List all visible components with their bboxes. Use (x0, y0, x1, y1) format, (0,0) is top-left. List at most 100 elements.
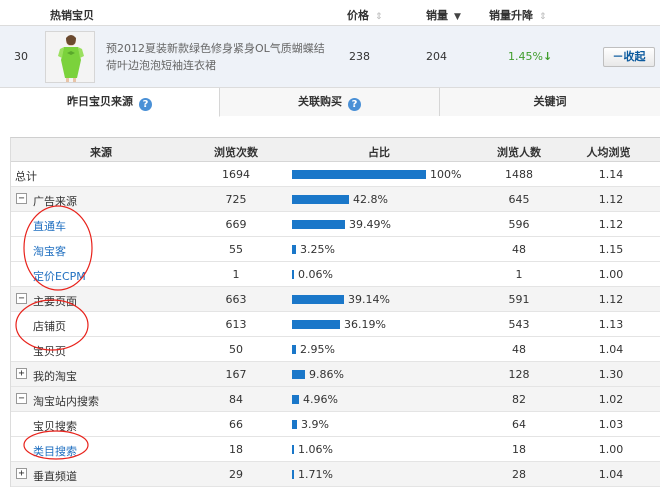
price-header-label: 价格 (347, 9, 369, 22)
sales-column-header[interactable]: 销量 ▼ (426, 7, 461, 23)
avg-views: 1.30 (598, 368, 624, 381)
source-name: 主要页面 (33, 295, 77, 308)
ratio-bar (292, 370, 305, 379)
traffic-source-table: 来源 浏览次数 占比 浏览人数 人均浏览次数 总计 1694 100% 1488 1.1… (10, 137, 660, 487)
ratio-label: 1.71% (298, 468, 333, 481)
sort-icon[interactable]: ⇕ (375, 12, 383, 22)
source-name[interactable]: 直通车 (33, 218, 66, 234)
source-name: 总计 (15, 170, 37, 183)
tab-label: 昨日宝贝来源 (67, 95, 133, 108)
avg-views: 1.12 (598, 193, 624, 206)
ratio-bar (292, 470, 294, 479)
avg-views: 1.04 (598, 343, 624, 356)
table-row: − 广告来源 725 42.8% 645 1.12 (11, 187, 660, 212)
ratio-label: 39.49% (349, 218, 391, 231)
ratio-label: 4.96% (303, 393, 338, 406)
price-column-header[interactable]: 价格 ⇕ (347, 7, 383, 23)
avg-views: 1.12 (598, 218, 624, 231)
source-name: 店铺页 (33, 320, 66, 333)
tab-yesterday-sources[interactable]: 昨日宝贝来源? (0, 88, 220, 117)
ratio-label: 42.8% (353, 193, 388, 206)
visitors-count: 82 (512, 393, 526, 406)
ratio-bar (292, 395, 299, 404)
views-count: 663 (225, 293, 247, 306)
sort-icon[interactable]: ⇕ (539, 12, 547, 22)
visitors-count: 48 (512, 243, 526, 256)
expand-icon[interactable]: + (16, 368, 27, 379)
expand-icon[interactable]: + (16, 468, 27, 479)
avg-views: 1.15 (598, 243, 624, 256)
growth-header-label: 销量升降 (489, 9, 533, 22)
product-table-header: 热销宝贝 价格 ⇕ 销量 ▼ 销量升降 ⇕ (0, 0, 660, 26)
product-title[interactable]: 预2012夏装新款绿色修身紧身OL气质蝴蝶结荷叶边泡泡短袖连衣裙 (106, 40, 328, 74)
visitors-count: 1488 (505, 168, 533, 181)
help-icon[interactable]: ? (348, 98, 361, 111)
source-name[interactable]: 定价ECPM (33, 268, 86, 284)
collapse-icon[interactable]: − (16, 193, 27, 204)
visitors-count: 543 (508, 318, 530, 331)
product-growth: 1.45%↓ (508, 50, 552, 63)
source-name: 我的淘宝 (33, 370, 77, 383)
green-dress-thumbnail-icon[interactable] (45, 31, 95, 83)
collapse-button[interactable]: －收起 (603, 47, 655, 67)
sort-desc-icon[interactable]: ▼ (454, 12, 461, 22)
ratio-label: 1.06% (298, 443, 333, 456)
table-row: − 主要页面 663 39.14% 591 1.12 (11, 287, 660, 312)
source-name: 宝贝搜索 (33, 420, 77, 433)
ratio-bar (292, 320, 340, 329)
collapse-icon[interactable]: − (16, 293, 27, 304)
source-name[interactable]: 类目搜索 (33, 443, 77, 459)
tab-related-purchases[interactable]: 关联购买? (220, 88, 440, 116)
product-sales: 204 (426, 50, 447, 63)
column-header-source: 来源 (90, 146, 112, 159)
views-count: 613 (225, 318, 247, 331)
avg-views: 1.00 (598, 443, 624, 456)
table-row: 总计 1694 100% 1488 1.14 (11, 162, 660, 187)
source-name: 宝贝页 (33, 345, 66, 358)
product-rank: 30 (14, 50, 28, 63)
ratio-bar (292, 420, 297, 429)
growth-value: 1.45% (508, 50, 543, 63)
visitors-count: 1 (515, 268, 523, 281)
down-arrow-icon: ↓ (542, 50, 553, 63)
collapse-icon[interactable]: − (16, 393, 27, 404)
column-header-visitors: 浏览人数 (497, 146, 541, 159)
ratio-bar (292, 220, 345, 229)
table-row: 店铺页 613 36.19% 543 1.13 (11, 312, 660, 337)
source-name: 淘宝站内搜索 (33, 395, 99, 408)
growth-column-header[interactable]: 销量升降 ⇕ (489, 7, 547, 23)
avg-views: 1.04 (598, 468, 624, 481)
product-column-header: 热销宝贝 (50, 9, 94, 22)
ratio-bar (292, 345, 296, 354)
visitors-count: 591 (508, 293, 530, 306)
avg-views: 1.03 (598, 418, 624, 431)
ratio-bar (292, 170, 426, 179)
help-icon[interactable]: ? (139, 98, 152, 111)
table-header: 来源 浏览次数 占比 浏览人数 人均浏览次数 (11, 138, 660, 175)
ratio-label: 39.14% (348, 293, 390, 306)
table-row: 宝贝页 50 2.95% 48 1.04 (11, 337, 660, 362)
visitors-count: 645 (508, 193, 530, 206)
visitors-count: 596 (508, 218, 530, 231)
source-name[interactable]: 淘宝客 (33, 243, 66, 259)
product-price: 238 (349, 50, 370, 63)
views-count: 50 (229, 343, 243, 356)
ratio-label: 36.19% (344, 318, 386, 331)
ratio-label: 3.25% (300, 243, 335, 256)
product-row: 30 预2012夏装新款绿色修身紧身OL气质蝴蝶结荷叶边泡泡短袖连衣裙 238 … (0, 26, 660, 88)
visitors-count: 28 (512, 468, 526, 481)
visitors-count: 18 (512, 443, 526, 456)
visitors-count: 128 (508, 368, 530, 381)
source-tabs: 昨日宝贝来源? 关联购买? 关键词 (0, 88, 660, 117)
table-row: + 我的淘宝 167 9.86% 128 1.30 (11, 362, 660, 387)
views-count: 725 (225, 193, 247, 206)
ratio-bar (292, 295, 344, 304)
avg-views: 1.00 (598, 268, 624, 281)
visitors-count: 48 (512, 343, 526, 356)
source-name: 垂直频道 (33, 470, 77, 483)
ratio-bar (292, 245, 296, 254)
tab-keywords[interactable]: 关键词 (440, 88, 660, 116)
sales-header-label: 销量 (426, 9, 448, 22)
views-count: 84 (229, 393, 243, 406)
avg-views: 1.12 (598, 293, 624, 306)
